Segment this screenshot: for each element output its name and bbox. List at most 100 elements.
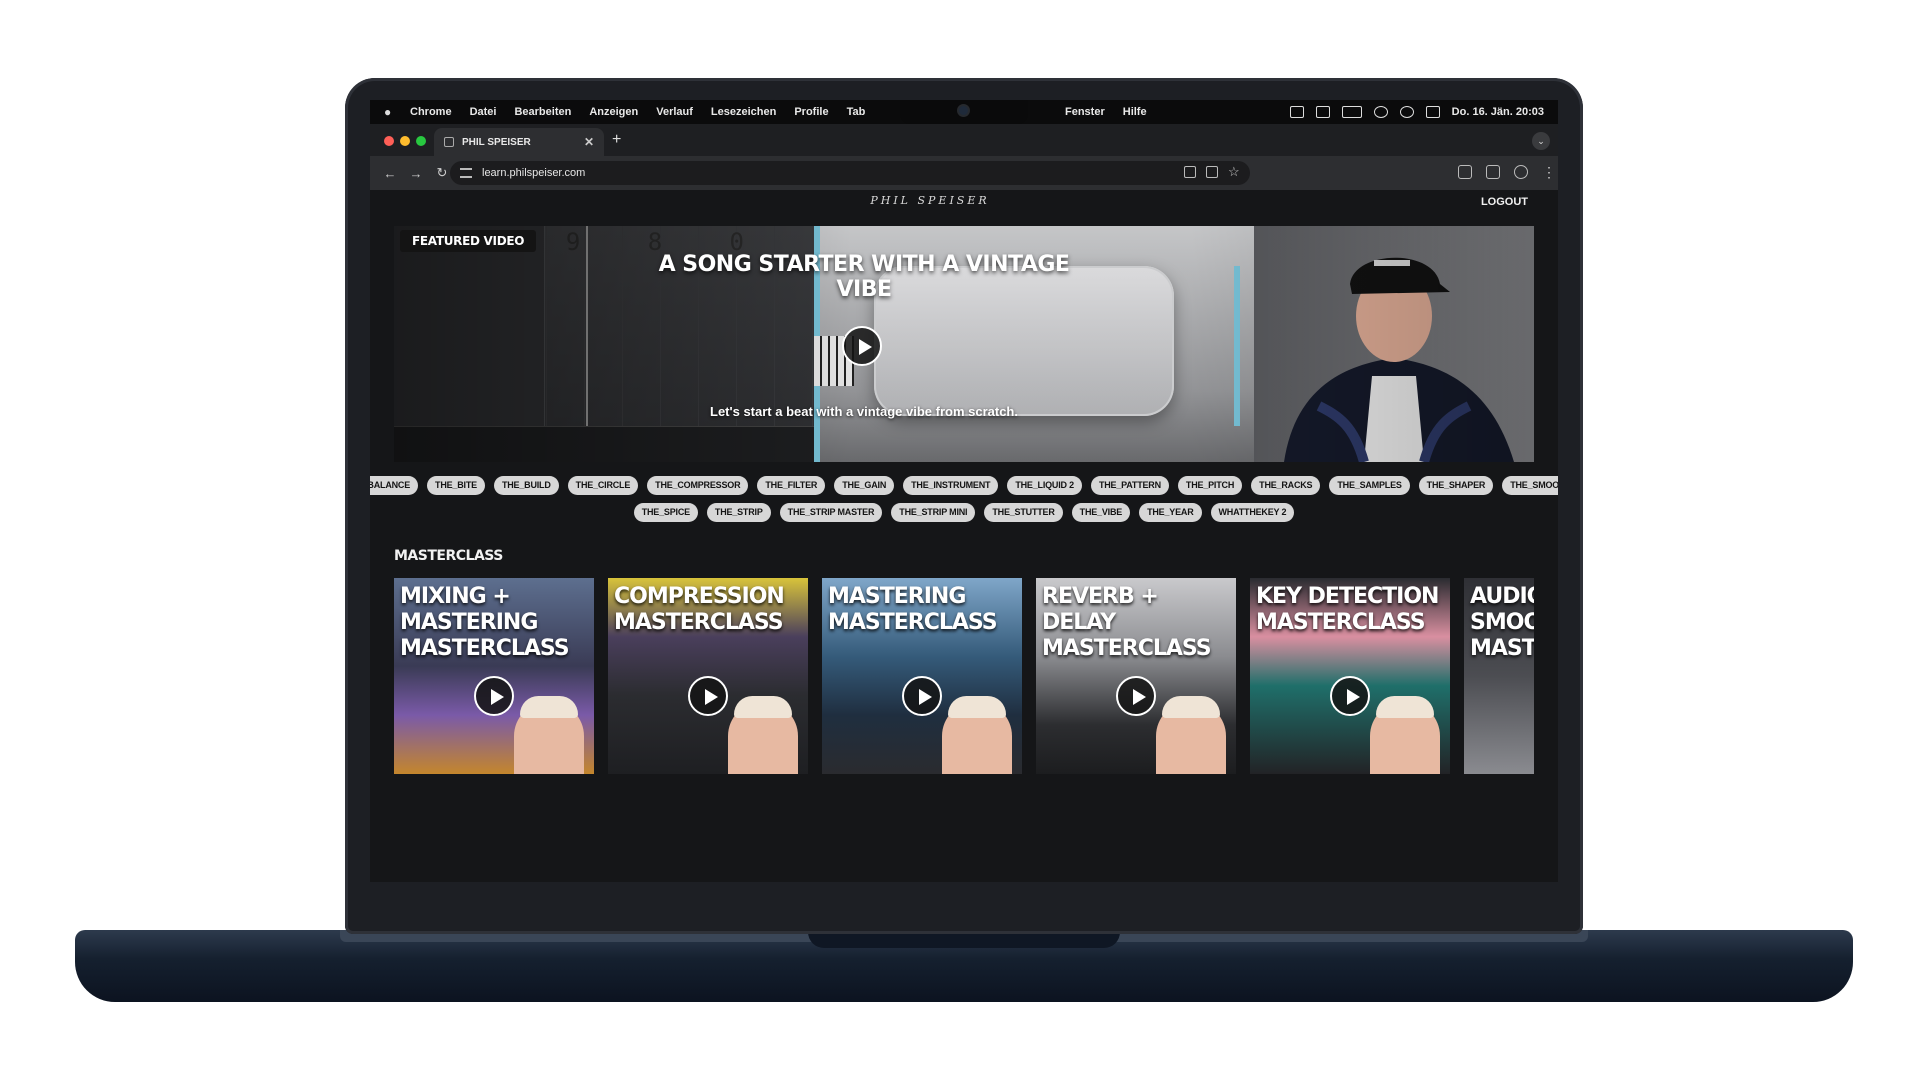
apple-icon[interactable]: ●	[384, 106, 396, 118]
browser-toolbar: ← → ↻ learn.philspeiser.com ☆ ⋮	[370, 156, 1558, 190]
camera-notch	[900, 100, 1028, 124]
masterclass-section-title: MASTERCLASS	[394, 548, 503, 564]
menu-fenster[interactable]: Fenster	[1065, 106, 1105, 118]
screen: ● Chrome Datei Bearbeiten Anzeigen Verla…	[370, 100, 1558, 882]
tag-pill[interactable]: THE_BITE	[427, 476, 485, 495]
tag-row: THE_BALANCE THE_BITE THE_BUILD THE_CIRCLE TH…	[370, 476, 1558, 495]
menubar-clock[interactable]: Do. 16. Jän. 20:03	[1452, 106, 1544, 118]
card-title: KEY DETECTION MASTERCLASS	[1256, 584, 1439, 635]
featured-video-title[interactable]: A SONG STARTER WITH A VINTAGE VIBE	[654, 252, 1074, 302]
extensions-puzzle-icon[interactable]	[1458, 165, 1472, 179]
back-arrow-icon[interactable]: ←	[380, 166, 400, 181]
tag-pill[interactable]: THE_VIBE	[1071, 503, 1131, 522]
tag-pill[interactable]: THE_STRIP MINI	[891, 503, 976, 522]
site-logo[interactable]: PHIL SPEISER	[830, 194, 1030, 207]
site-info-icon[interactable]	[460, 168, 472, 178]
tag-pill[interactable]: THE_PATTERN	[1090, 476, 1169, 495]
menu-verlauf[interactable]: Verlauf	[656, 106, 693, 118]
spotlight-search-icon[interactable]	[1399, 106, 1414, 118]
featured-video[interactable]: 1 9 8 0 FEATURED VIDEO	[394, 226, 1534, 462]
battery-icon[interactable]	[1341, 106, 1362, 118]
play-icon[interactable]	[688, 676, 728, 716]
bookmark-star-icon[interactable]: ☆	[1228, 165, 1240, 178]
tag-pill[interactable]: THE_SMOOTHER	[1502, 476, 1558, 495]
featured-video-badge: FEATURED VIDEO	[400, 230, 537, 252]
browser-tab-active[interactable]: PHIL SPEISER ✕	[434, 128, 604, 156]
address-bar[interactable]: learn.philspeiser.com ☆	[450, 161, 1250, 185]
play-icon[interactable]	[902, 676, 942, 716]
minimize-window-button[interactable]	[400, 136, 410, 146]
profile-avatar-icon[interactable]	[1514, 165, 1528, 179]
new-tab-plus-icon[interactable]: +	[612, 131, 621, 149]
site-header: PHIL SPEISER LOGOUT	[370, 190, 1558, 214]
close-tab-icon[interactable]: ✕	[584, 135, 594, 149]
card-title: MASTERING MASTERCLASS	[828, 584, 998, 635]
tag-pill[interactable]: THE_STRIP MASTER	[779, 503, 883, 522]
address-bar-url[interactable]: learn.philspeiser.com	[482, 167, 585, 179]
menu-profile[interactable]: Profile	[794, 106, 828, 118]
tag-pill[interactable]: THE_CIRCLE	[567, 476, 639, 495]
tag-pill[interactable]: THE_SAMPLES	[1329, 476, 1410, 495]
tag-pill[interactable]: THE_LIQUID 2	[1007, 476, 1082, 495]
menu-tab[interactable]: Tab	[847, 106, 866, 118]
presenter-face-visual	[1156, 696, 1226, 774]
card-title: COMPRESSION MASTERCLASS	[614, 584, 785, 635]
featured-video-subtitle: Let's start a beat with a vintage vibe f…	[710, 404, 1018, 419]
tag-pill[interactable]: THE_INSTRUMENT	[903, 476, 999, 495]
tab-search-chevron-icon[interactable]: ⌄	[1532, 132, 1550, 150]
tag-pill[interactable]: THE_BUILD	[493, 476, 559, 495]
wifi-icon[interactable]	[1373, 106, 1388, 118]
tag-pill[interactable]: THE_STUTTER	[984, 503, 1063, 522]
forward-arrow-icon[interactable]: →	[406, 166, 426, 181]
presenter-face-visual	[514, 696, 584, 774]
clipboard-icon[interactable]	[1315, 106, 1330, 118]
tag-pill[interactable]: THE_PITCH	[1177, 476, 1243, 495]
tag-pill[interactable]: THE_RACKS	[1251, 476, 1321, 495]
logout-link[interactable]: LOGOUT	[1481, 196, 1528, 208]
menubar-status-area: Do. 16. Jän. 20:03	[1289, 100, 1544, 124]
tag-pill[interactable]: THE_BALANCE	[370, 476, 419, 495]
control-center-icon[interactable]	[1425, 106, 1440, 118]
reload-icon[interactable]: ↻	[432, 165, 452, 181]
menu-datei[interactable]: Datei	[470, 106, 497, 118]
play-icon[interactable]	[842, 326, 882, 366]
plugin-tag-list: THE_BALANCE THE_BITE THE_BUILD THE_CIRCLE TH…	[370, 476, 1558, 530]
close-window-button[interactable]	[384, 136, 394, 146]
masterclass-card-reverb-delay[interactable]: REVERB + DELAY MASTERCLASS	[1036, 578, 1236, 774]
masterclass-card-key-detection[interactable]: KEY DETECTION MASTERCLASS	[1250, 578, 1450, 774]
play-icon[interactable]	[1330, 676, 1370, 716]
menu-lesezeichen[interactable]: Lesezeichen	[711, 106, 776, 118]
menu-app-name[interactable]: Chrome	[410, 106, 452, 118]
install-app-icon[interactable]	[1184, 166, 1196, 178]
maximize-window-button[interactable]	[416, 136, 426, 146]
tag-pill[interactable]: THE_FILTER	[757, 476, 826, 495]
tag-pill[interactable]: THE_GAIN	[834, 476, 895, 495]
tag-pill[interactable]: THE_SPICE	[633, 503, 698, 522]
tag-pill[interactable]: THE_SHAPER	[1418, 476, 1494, 495]
masterclass-card-audio-smoothing[interactable]: AUDIO SMOOTHING MASTERCLASS	[1464, 578, 1534, 774]
card-title: MIXING + MASTERING MASTERCLASS	[400, 584, 570, 661]
tag-pill[interactable]: THE_COMPRESSOR	[647, 476, 749, 495]
card-title: REVERB + DELAY MASTERCLASS	[1042, 584, 1212, 661]
menu-hilfe[interactable]: Hilfe	[1123, 106, 1147, 118]
browser-tabstrip: PHIL SPEISER ✕ + ⌄	[370, 124, 1558, 156]
menu-bearbeiten[interactable]: Bearbeiten	[514, 106, 571, 118]
tag-pill[interactable]: THE_STRIP	[706, 503, 771, 522]
address-bar-actions: ☆	[1184, 165, 1240, 178]
more-menu-icon[interactable]: ⋮	[1542, 165, 1556, 179]
masterclass-card-mixing[interactable]: MIXING + MASTERING MASTERCLASS	[394, 578, 594, 774]
tag-pill[interactable]: THE_YEAR	[1139, 503, 1202, 522]
tab-groups-icon[interactable]	[1486, 165, 1500, 179]
menu-anzeigen[interactable]: Anzeigen	[589, 106, 638, 118]
masterclass-card-mastering[interactable]: MASTERING MASTERCLASS	[822, 578, 1022, 774]
play-icon[interactable]	[1116, 676, 1156, 716]
web-page: PHIL SPEISER LOGOUT 1 9 8 0	[370, 190, 1558, 882]
tag-pill[interactable]: WHATTHEKEY 2	[1210, 503, 1295, 522]
presenter-face-visual	[942, 696, 1012, 774]
masterclass-card-compression[interactable]: COMPRESSION MASTERCLASS	[608, 578, 808, 774]
window-controls	[384, 136, 426, 146]
keyboard-layout-icon[interactable]	[1289, 106, 1304, 118]
laptop-mockup: ● Chrome Datei Bearbeiten Anzeigen Verla…	[0, 0, 1920, 1080]
translate-icon[interactable]	[1206, 166, 1218, 178]
play-icon[interactable]	[474, 676, 514, 716]
